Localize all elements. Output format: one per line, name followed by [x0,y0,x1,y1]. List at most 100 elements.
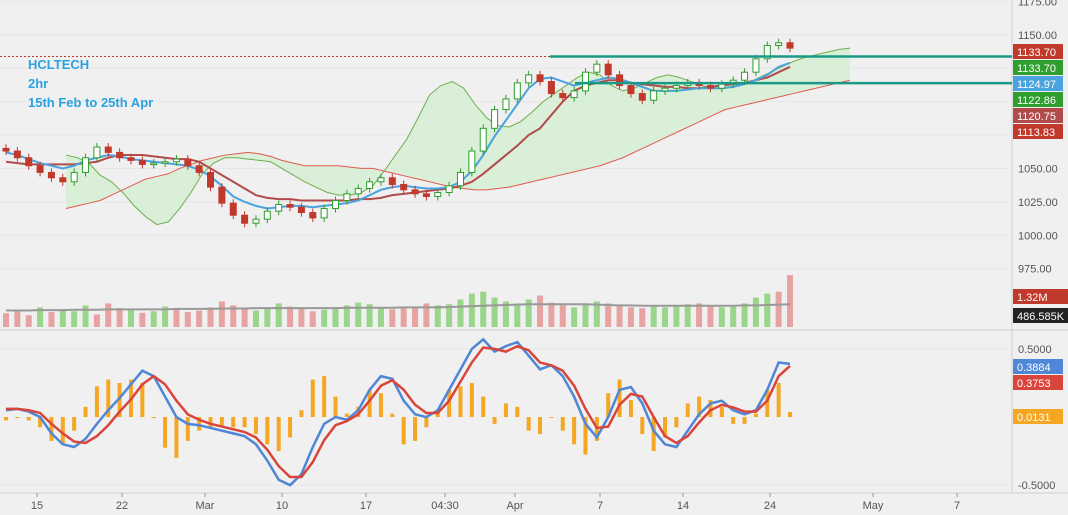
volume-bar [468,293,475,327]
volume-bar [127,309,134,327]
candle-body [536,74,544,83]
candle-body [377,177,385,183]
volume-bar [696,303,703,327]
candle-body [422,193,430,198]
candle-body [195,165,203,173]
candle-body [672,85,680,89]
volume-bar [684,304,691,327]
volume-bar [400,308,407,327]
price-badge-label: 1120.75 [1017,111,1056,123]
volume-bar [59,309,66,327]
macd-histogram-bar [469,382,474,418]
candle-body [275,204,283,212]
x-tick-label: May [863,500,884,512]
candle-body [229,202,237,216]
candle-body [150,162,158,166]
candle-body [241,214,249,224]
x-tick-label: Apr [506,500,523,512]
candle-body [320,208,328,219]
volume-bar [412,306,419,327]
candle-body [47,171,55,179]
x-tick-label: 14 [677,500,689,512]
macd-tick-label: 0.5000 [1018,344,1052,356]
volume-bar [639,308,646,327]
macd-badge-label: 0.3884 [1017,362,1051,374]
macd-histogram-bar [344,413,349,418]
macd-histogram-bar [310,379,315,418]
candle-body [59,177,67,183]
volume-bar [48,312,55,327]
macd-histogram-bar [628,400,633,418]
macd-histogram-bar [526,417,531,431]
candle-body [252,218,260,224]
volume-bar [207,307,214,327]
candle-body [638,93,646,101]
macd-histogram-bar [4,417,8,421]
macd-histogram-bar [185,417,190,441]
x-tick-label: 10 [276,500,288,512]
candle-body [741,71,749,81]
macd-histogram-bar [560,417,565,431]
volume-bar [514,303,521,327]
price-tick-label: 1150.00 [1018,30,1057,42]
price-tick-label: 1000.00 [1018,230,1058,242]
volume-bar [116,308,123,327]
volume-bar [355,302,362,327]
candle-body [411,189,419,195]
candle-body [116,151,124,159]
macd-histogram-bar [151,417,156,419]
price-badge-label: 1133.70 [1017,63,1056,75]
volume-bar [25,315,32,327]
macd-histogram-bar [753,413,758,418]
price-tick-label: 1175.00 [1018,0,1057,8]
volume-bar [252,310,259,327]
macd-histogram-bar [299,410,304,418]
volume-bar [650,306,657,327]
candle-body [161,161,169,164]
volume-bar [537,295,544,327]
volume-bar [718,307,725,327]
macd-histogram-bar [276,417,281,452]
macd-histogram-bar [288,417,293,438]
volume-bar [196,310,203,327]
candle-body [570,90,578,99]
interval-label: 2hr [28,76,49,91]
candle-body [263,210,271,220]
candle-body [547,81,555,95]
volume-bar [309,311,316,327]
volume-bar [434,305,441,327]
volume-bar [491,297,498,327]
macd-histogram-bar [333,396,338,418]
candle-body [525,74,533,84]
macd-histogram-bar [15,417,20,419]
candle-body [93,146,101,159]
volume-bar [264,307,271,327]
x-tick-label: 22 [116,500,128,512]
macd-histogram-bar [458,386,463,418]
candle-body [491,109,499,129]
price-badge-label: 1113.83 [1017,127,1055,139]
candle-body [434,191,442,197]
candle-body [706,85,714,89]
volume-bar [627,307,634,327]
volume-bar [377,307,384,327]
volume-badge-label: 486.585K [1017,311,1065,323]
macd-histogram-bar [685,403,690,418]
candle-body [661,87,669,92]
volume-bar [321,309,328,327]
macd-histogram-bar [26,417,31,421]
x-tick-label: 04:30 [431,500,459,512]
x-tick-label: 7 [954,500,960,512]
candle-body [138,159,146,165]
volume-bar [14,310,21,327]
macd-histogram-bar [731,417,736,424]
price-badge-label: 1122.86 [1017,95,1056,107]
macd-histogram-bar [322,376,327,418]
candle-body [502,98,510,111]
macd-histogram-bar [378,393,383,418]
candle-body [456,171,464,187]
candle-body [445,185,453,193]
price-tick-label: 1050.00 [1018,163,1058,175]
signal-line [6,344,791,479]
macd-badge-label: 0.3753 [1017,378,1051,390]
